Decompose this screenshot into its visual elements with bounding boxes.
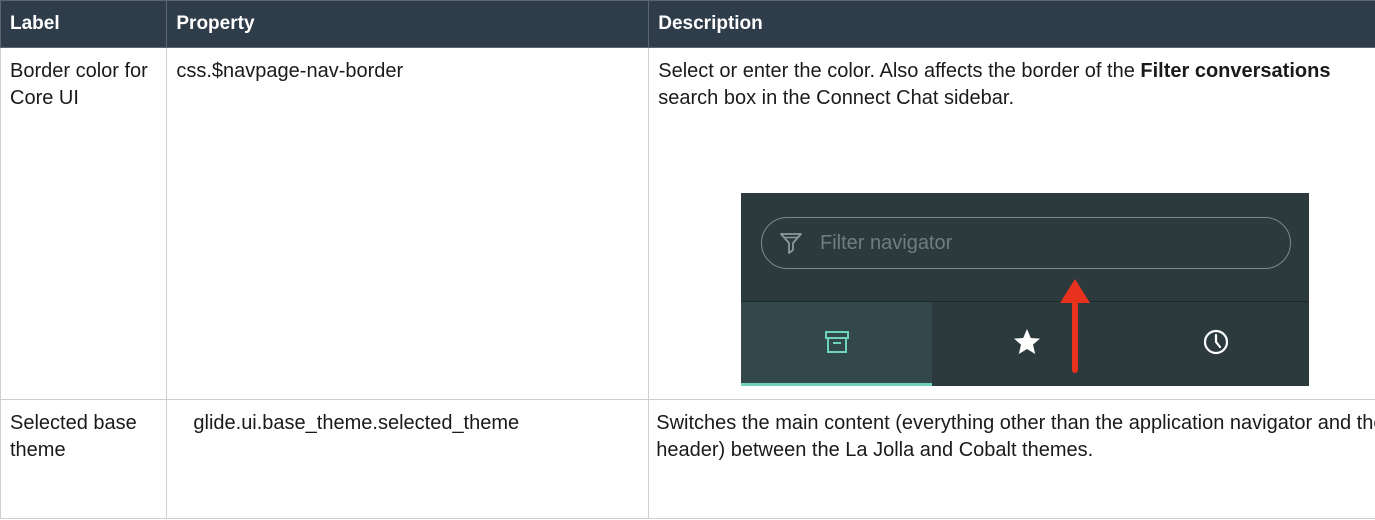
row-property: css.$navpage-nav-border: [176, 60, 404, 82]
star-icon: [1014, 329, 1040, 354]
filter-placeholder: Filter navigator: [820, 232, 953, 254]
cell-description: Switches the main content (everything ot…: [648, 399, 1375, 519]
cell-label: Border color for Core UI: [0, 47, 168, 400]
row-label: Selected base theme: [10, 412, 137, 461]
archive-icon: [824, 331, 849, 353]
row-description: Switches the main content (everything ot…: [656, 412, 1375, 461]
row-description: Select or enter the color. Also affects …: [649, 48, 1375, 112]
tab-favorites[interactable]: [932, 302, 1122, 386]
header-label: Label: [0, 0, 168, 48]
clock-icon: [1203, 329, 1228, 355]
tab-all-applications[interactable]: [741, 302, 932, 386]
description-text: Select or enter the color. Also affects …: [658, 60, 1141, 82]
header-property: Property: [166, 0, 650, 48]
row-label: Border color for Core UI: [10, 60, 148, 109]
table-header-row: Label Property Description: [0, 0, 1375, 48]
filter-navigator-input[interactable]: Filter navigator: [761, 217, 1291, 269]
active-tab-indicator: [741, 383, 932, 386]
table-row: Selected base theme glide.ui.base_theme.…: [0, 399, 1375, 519]
row-property: glide.ui.base_theme.selected_theme: [193, 412, 520, 434]
red-up-arrow-icon: [1060, 279, 1090, 373]
description-text: search box in the Connect Chat sidebar.: [658, 87, 1015, 109]
cell-property: glide.ui.base_theme.selected_theme: [166, 399, 650, 519]
navigator-filter-area: Filter navigator: [741, 193, 1309, 301]
header-description: Description: [648, 0, 1375, 48]
funnel-icon: [780, 233, 802, 254]
navigator-screenshot: Filter navigator: [741, 193, 1309, 386]
cell-label: Selected base theme: [0, 399, 168, 519]
tab-history[interactable]: [1122, 302, 1309, 386]
cell-property: css.$navpage-nav-border: [166, 47, 650, 400]
ui-element-name: Filter conversations: [1140, 60, 1331, 82]
